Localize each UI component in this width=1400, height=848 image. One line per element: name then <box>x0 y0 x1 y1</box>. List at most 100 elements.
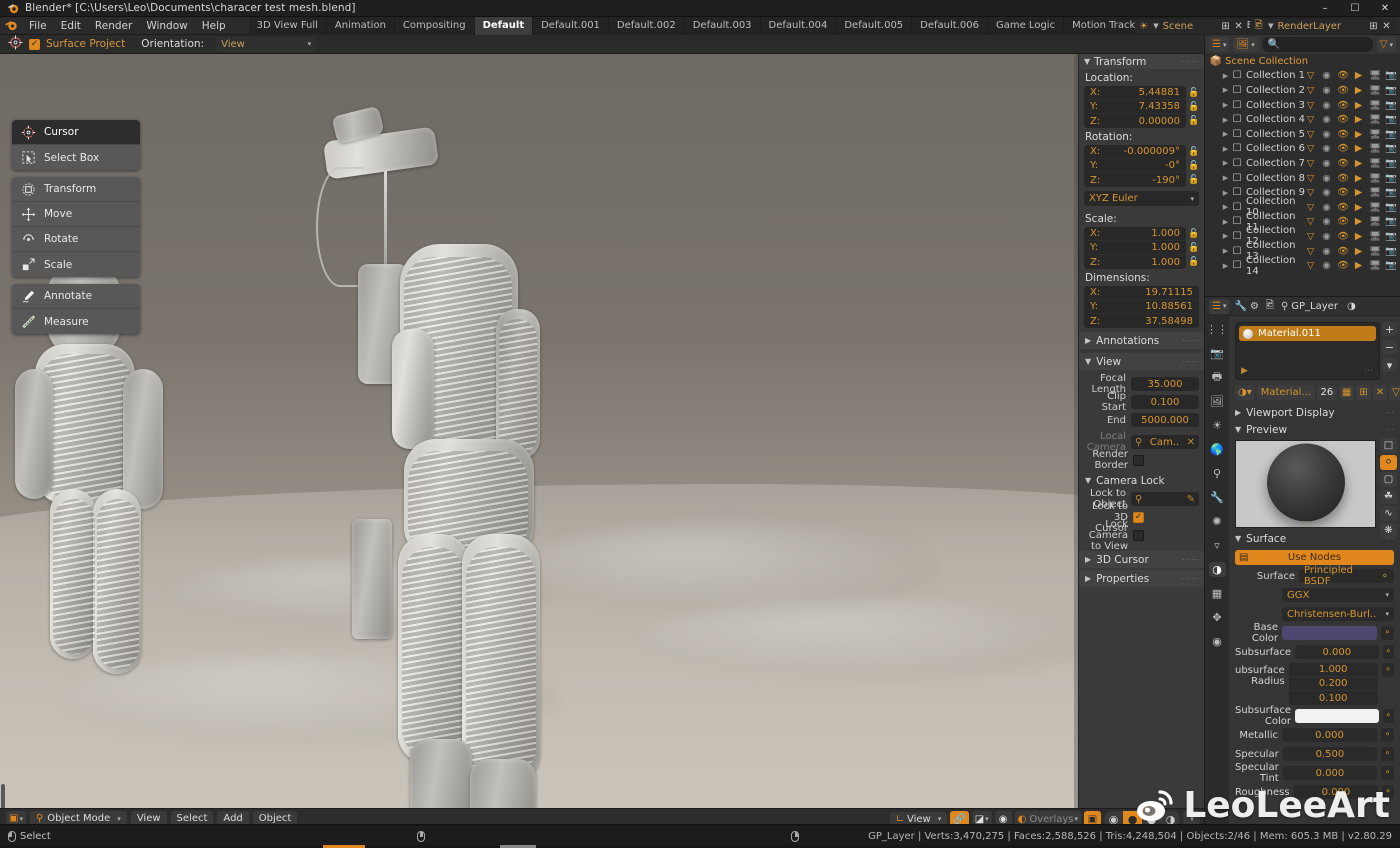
filter-icon[interactable]: ▽ <box>1305 100 1316 111</box>
outliner-collection-row[interactable]: ▶ ☐ Collection 8 ▽ ◉ 👁 ▶ 🖥 📷 <box>1205 171 1400 186</box>
holdout-icon[interactable]: ◉ <box>1321 158 1332 169</box>
disable-viewport-icon[interactable]: 🖥 <box>1369 246 1381 257</box>
filter-icon[interactable]: ▽ <box>1305 114 1316 125</box>
orientation-dropdown[interactable]: View ▾ <box>216 36 317 52</box>
menu-render[interactable]: Render <box>88 17 139 35</box>
hide-viewport-icon[interactable]: 👁 <box>1337 216 1349 227</box>
scale-y-field[interactable]: Y: 1.000 <box>1084 241 1186 255</box>
material-slot-specials-button[interactable]: ▾ <box>1382 358 1397 372</box>
hide-viewport-icon[interactable]: 👁 <box>1337 246 1349 257</box>
material-users-count[interactable]: 26 <box>1316 385 1337 400</box>
subsurface-field[interactable]: 0.000 <box>1295 645 1379 659</box>
filter-icon[interactable]: ▽ <box>1305 158 1316 169</box>
preview-hair-button[interactable]: ☘ <box>1380 489 1397 504</box>
filter-icon[interactable]: ▽ <box>1305 143 1316 154</box>
holdout-icon[interactable]: ◉ <box>1321 114 1332 125</box>
subsurface-method-dropdown[interactable]: Christensen-Burl.. ▾ <box>1282 607 1394 621</box>
hide-viewport-icon[interactable]: 👁 <box>1337 114 1349 125</box>
chevron-right-icon[interactable]: ▶ <box>1221 130 1230 138</box>
add-material-slot-button[interactable]: + <box>1382 322 1397 336</box>
panel-grip[interactable]: ⋯⋯ <box>1182 336 1200 345</box>
menu-help[interactable]: Help <box>195 17 233 35</box>
selectable-icon[interactable]: ▶ <box>1353 231 1364 242</box>
tab-constraints[interactable]: ✥ <box>1209 610 1226 625</box>
hide-viewport-icon[interactable]: 👁 <box>1337 143 1349 154</box>
holdout-icon[interactable]: ◉ <box>1321 202 1332 213</box>
subsurface-radius-z[interactable]: 0.100 <box>1289 691 1378 705</box>
disable-viewport-icon[interactable]: 🖥 <box>1369 158 1381 169</box>
maximize-button[interactable]: ☐ <box>1340 0 1370 17</box>
selectable-icon[interactable]: ▶ <box>1353 143 1364 154</box>
material-filter-button[interactable]: ▽▾ <box>1389 385 1400 400</box>
unlink-scene-button[interactable]: ✕ <box>1232 21 1245 32</box>
new-viewlayer-button[interactable]: ⊞ <box>1367 21 1380 32</box>
surface-shader-dropdown[interactable]: Principled BSDF ⚬ <box>1299 565 1394 587</box>
chevron-right-icon[interactable]: ▶ <box>1221 72 1230 80</box>
viewlayer-selector[interactable]: 🖻 ▼ RenderLayer ⊞ ✕ <box>1250 18 1395 34</box>
tab-3d-view-full[interactable]: 3D View Full <box>248 16 327 35</box>
filter-icon[interactable]: ▽ <box>1305 246 1316 257</box>
selectable-icon[interactable]: ▶ <box>1353 100 1364 111</box>
selectable-icon[interactable]: ▶ <box>1353 246 1364 257</box>
cursor3d-panel-header[interactable]: ▶ 3D Cursor ⋯⋯ <box>1079 551 1204 568</box>
hide-viewport-icon[interactable]: 👁 <box>1337 100 1349 111</box>
lock-icon[interactable]: 🔓 <box>1188 173 1200 187</box>
tab-default-004[interactable]: Default.004 <box>760 16 837 35</box>
properties-panel-header[interactable]: ▶ Properties ⋯⋯ <box>1079 570 1204 587</box>
unlink-viewlayer-button[interactable]: ✕ <box>1380 21 1393 32</box>
holdout-icon[interactable]: ◉ <box>1321 70 1332 81</box>
link-dot-icon[interactable]: ⚬ <box>1381 571 1389 582</box>
use-nodes-button[interactable]: ▤ Use Nodes <box>1235 550 1394 565</box>
tab-default-006[interactable]: Default.006 <box>912 16 988 35</box>
location-y-field[interactable]: Y: 7.43358 <box>1084 100 1186 114</box>
holdout-icon[interactable]: ◉ <box>1321 187 1332 198</box>
chevron-right-icon[interactable]: ▶ <box>1221 262 1230 270</box>
filter-icon[interactable]: ▽ <box>1305 70 1316 81</box>
chevron-right-icon[interactable]: ▶ <box>1221 247 1230 255</box>
panel-grip[interactable]: ⋯⋯ <box>1182 57 1200 66</box>
menu-file[interactable]: File <box>22 17 54 35</box>
outliner-collection-row[interactable]: ▶ ☐ Collection 6 ▽ ◉ 👁 ▶ 🖥 📷 <box>1205 142 1400 157</box>
chevron-right-icon[interactable]: ▶ <box>1221 101 1230 109</box>
lock-to-object-field[interactable]: ⚲ ✎ <box>1131 492 1199 506</box>
holdout-icon[interactable]: ◉ <box>1321 260 1332 271</box>
material-slot-list[interactable]: Material.011 ▶ ⋯ <box>1235 322 1380 380</box>
tab-scene[interactable]: ☀ <box>1209 418 1226 433</box>
tool-measure[interactable]: Measure <box>12 309 140 334</box>
scene-selector[interactable]: ☀ ▼ Scene ⊞ ✕ <box>1135 18 1248 34</box>
lock-icon[interactable]: 🔓 <box>1188 145 1200 159</box>
selectable-icon[interactable]: ▶ <box>1353 85 1364 96</box>
lock-to-3d-cursor-checkbox[interactable]: ✓ <box>1133 511 1144 523</box>
close-button[interactable]: ✕ <box>1370 0 1400 17</box>
hide-viewport-icon[interactable]: 👁 <box>1337 187 1349 198</box>
material-name-field[interactable]: Material... <box>1256 385 1315 400</box>
subsurface-radius-x[interactable]: 1.000 <box>1288 663 1378 677</box>
preview-section[interactable]: ▼ Preview ⋯ <box>1229 421 1400 438</box>
filter-icon[interactable]: ▽ <box>1305 173 1316 184</box>
tool-select-box[interactable]: Select Box <box>12 145 140 170</box>
outliner-collection-row[interactable]: ▶ ☐ Collection 4 ▽ ◉ 👁 ▶ 🖥 📷 <box>1205 112 1400 127</box>
subsurface-radius-fields[interactable]: 1.000 0.200 0.100 <box>1288 663 1378 705</box>
disable-render-icon[interactable]: 📷 <box>1385 202 1397 213</box>
disable-render-icon[interactable]: 📷 <box>1385 85 1397 96</box>
disable-viewport-icon[interactable]: 🖥 <box>1369 187 1381 198</box>
tab-output[interactable]: 🖶 <box>1209 370 1226 385</box>
link-dot-icon[interactable]: ⚬ <box>1382 645 1394 659</box>
transform-panel-header[interactable]: ▼ Transform ⋯⋯ <box>1079 54 1204 69</box>
disable-render-icon[interactable]: 📷 <box>1385 260 1397 271</box>
holdout-icon[interactable]: ◉ <box>1321 143 1332 154</box>
disable-render-icon[interactable]: 📷 <box>1385 143 1397 154</box>
material-browse-button[interactable]: ◑▾ <box>1235 385 1255 400</box>
disable-viewport-icon[interactable]: 🖥 <box>1369 202 1381 213</box>
panel-grip[interactable]: ⋯ <box>1386 408 1395 417</box>
disable-render-icon[interactable]: 📷 <box>1385 173 1397 184</box>
disable-render-icon[interactable]: 📷 <box>1385 114 1397 125</box>
tab-material[interactable]: ◑ <box>1208 562 1226 577</box>
link-dot-icon[interactable]: ⚬ <box>1381 747 1394 761</box>
tab-texture[interactable]: ▦ <box>1209 586 1226 601</box>
specular-tint-field[interactable]: 0.000 <box>1282 766 1378 780</box>
link-dot-icon[interactable]: ⚬ <box>1382 785 1394 799</box>
viewport-display-section[interactable]: ▶ Viewport Display ⋯ <box>1229 404 1400 421</box>
outliner-collection-row[interactable]: ▶ ☐ Collection 7 ▽ ◉ 👁 ▶ 🖥 📷 <box>1205 156 1400 171</box>
disable-viewport-icon[interactable]: 🖥 <box>1369 143 1381 154</box>
